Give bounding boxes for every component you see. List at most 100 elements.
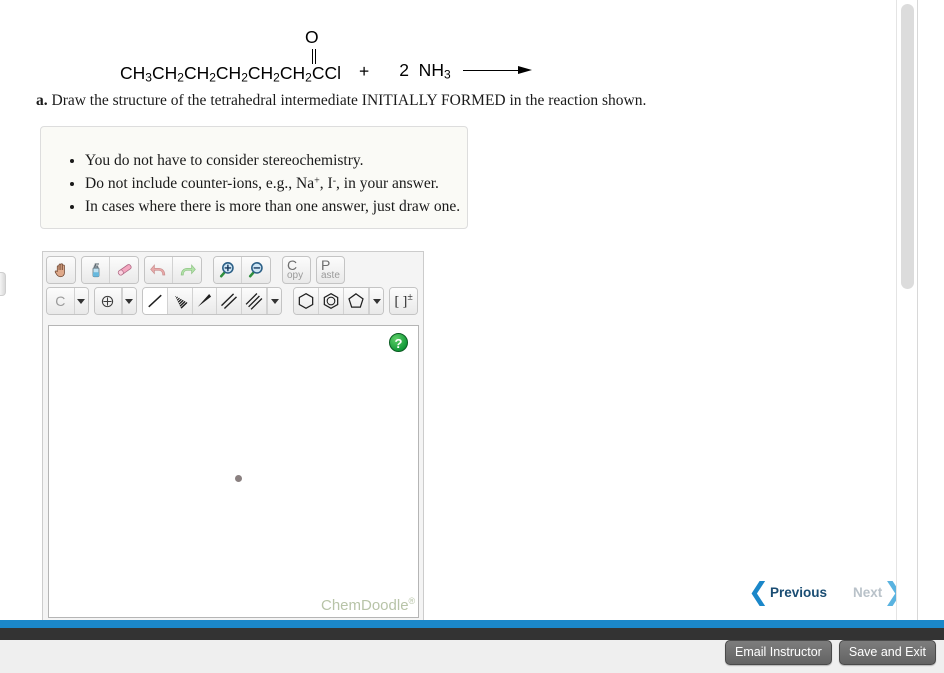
hashed-bond-tool-button[interactable] xyxy=(167,288,193,314)
undo-icon xyxy=(149,260,169,280)
save-and-exit-button[interactable]: Save and Exit xyxy=(838,640,936,665)
ammonia-coefficient: 2 xyxy=(399,60,409,81)
previous-button[interactable]: ❮ Previous xyxy=(748,580,827,605)
help-icon[interactable]: ? xyxy=(389,333,408,352)
left-panel-toggle-handle[interactable] xyxy=(0,272,6,296)
triple-bond-icon xyxy=(244,291,264,311)
clear-tool-button[interactable] xyxy=(82,256,110,283)
instruction-item-1: You do not have to consider stereochemis… xyxy=(85,151,467,172)
email-instructor-button[interactable]: Email Instructor xyxy=(725,640,832,665)
charge-tool-button[interactable] xyxy=(94,288,122,314)
bracket-charge-tool-button[interactable]: [ ]± xyxy=(390,288,418,314)
instructions-box: You do not have to consider stereochemis… xyxy=(40,126,468,229)
copy-button-label: opy xyxy=(287,269,304,281)
triple-bond-tool-button[interactable] xyxy=(242,288,268,314)
element-picker-button[interactable]: C xyxy=(47,288,74,314)
cyclopentane-ring-tool-button[interactable] xyxy=(344,288,370,314)
scrollbar-track-line xyxy=(917,0,918,621)
tool-group-element: C xyxy=(46,287,89,315)
zoom-out-icon xyxy=(247,260,266,279)
footer-bar: Email Instructor Save and Exit xyxy=(0,640,944,673)
formula-seg-6: CH2 xyxy=(279,63,312,85)
bracket-plusminus-sup: ± xyxy=(407,291,413,303)
sketcher-canvas[interactable]: ? ChemDoodle® xyxy=(48,325,419,618)
page-scrollbar-thumb[interactable] xyxy=(901,4,914,289)
formula-seg-3: CH2 xyxy=(183,63,216,85)
redo-tool-button[interactable] xyxy=(173,256,201,283)
chevron-down-icon xyxy=(77,298,86,304)
tool-group-bonds xyxy=(141,287,283,315)
zoom-out-tool-button[interactable] xyxy=(242,256,270,283)
formula-seg-4: CH2 xyxy=(215,63,248,85)
cyclohexane-ring-tool-button[interactable] xyxy=(294,288,320,314)
chevron-left-icon: ❮ xyxy=(748,578,769,606)
undo-tool-button[interactable] xyxy=(145,256,173,283)
chemdoodle-watermark: ChemDoodle® xyxy=(321,596,415,614)
dark-divider-bar xyxy=(0,628,944,640)
chevron-down-icon xyxy=(270,298,279,304)
instructions-list: You do not have to consider stereochemis… xyxy=(41,127,467,217)
tool-group-bracket: [ ]± xyxy=(389,287,419,315)
zoom-in-tool-button[interactable] xyxy=(214,256,242,283)
question-prompt: a. Draw the structure of the tetrahedral… xyxy=(36,92,646,110)
page-scroll-region: O CH3CH2CH2CH2CH2CH2CCl + 2 NH3 a. Draw … xyxy=(0,0,920,621)
instruction-2-after: , in your answer. xyxy=(336,174,439,192)
footer-button-group: Email Instructor Save and Exit xyxy=(725,640,936,665)
pentagon-icon xyxy=(346,291,366,311)
benzene-ring-icon xyxy=(321,291,341,311)
wedge-bond-icon xyxy=(194,291,214,311)
tool-group-zoom xyxy=(213,255,271,284)
reaction-arrow-icon xyxy=(462,66,533,76)
zoom-in-icon xyxy=(218,260,237,279)
double-bond-tool-button[interactable] xyxy=(217,288,243,314)
hashed-wedge-bond-icon xyxy=(170,291,190,311)
tool-group-charge xyxy=(93,287,137,315)
charge-tool-dropdown[interactable] xyxy=(121,288,136,314)
navigation-buttons: ❮ Previous Next ❯ xyxy=(748,580,904,605)
charge-plus-circle-icon xyxy=(99,293,116,310)
copy-tool-button[interactable]: C opy xyxy=(282,255,311,284)
instruction-item-2: Do not include counter-ions, e.g., Na+, … xyxy=(85,174,467,195)
wedge-bond-tool-button[interactable] xyxy=(192,288,218,314)
ammonia-reactant: 2 NH3 xyxy=(399,60,451,82)
paste-button-label: aste xyxy=(321,269,340,281)
instruction-2-before: Do not include counter-ions, e.g., Na xyxy=(85,174,315,192)
bracket-label: [ ] xyxy=(394,294,408,310)
canvas-atom-placeholder[interactable] xyxy=(235,475,242,482)
chevron-down-icon xyxy=(372,298,381,304)
hand-icon xyxy=(52,261,70,279)
sketcher-toolbar-row-2: C []± xyxy=(43,284,423,316)
paste-tool-button[interactable]: P aste xyxy=(316,255,345,284)
plus-sign: + xyxy=(358,61,370,81)
sketcher-toolbar-row-1: C opy P aste xyxy=(43,252,423,284)
previous-button-label: Previous xyxy=(769,585,827,600)
hand-tool-button[interactable] xyxy=(47,256,75,283)
chemdoodle-sketcher[interactable]: C opy P aste C []± ? ChemDoodle® xyxy=(42,251,424,621)
bond-tool-dropdown[interactable] xyxy=(267,288,282,314)
carbonyl-oxygen-label: O xyxy=(305,27,319,48)
eraser-tool-button[interactable] xyxy=(110,256,138,283)
next-button-label: Next xyxy=(852,585,883,600)
instruction-item-3: In cases where there is more than one an… xyxy=(85,197,467,218)
accent-bar xyxy=(0,620,944,628)
tool-group-clear-erase xyxy=(81,255,139,284)
formula-seg-2: CH2 xyxy=(151,63,184,85)
double-bond-icon xyxy=(219,291,239,311)
reaction-scheme: O CH3CH2CH2CH2CH2CH2CCl + 2 NH3 xyxy=(120,14,533,84)
single-bond-icon xyxy=(145,291,165,311)
clear-bottle-icon xyxy=(87,261,105,279)
bracket-charge-label: [ ]± xyxy=(395,292,413,311)
formula-seg-7: CCl xyxy=(311,63,341,84)
element-picker-dropdown[interactable] xyxy=(73,288,88,314)
question-label: a. xyxy=(36,92,48,109)
benzene-ring-tool-button[interactable] xyxy=(319,288,345,314)
ring-tool-dropdown[interactable] xyxy=(369,288,384,314)
redo-icon xyxy=(177,260,197,280)
eraser-icon xyxy=(115,260,134,279)
tool-group-undo-redo xyxy=(144,255,202,284)
formula-seg-1: CH3 xyxy=(120,63,152,85)
tool-group-rings xyxy=(293,287,385,315)
single-bond-tool-button[interactable] xyxy=(142,288,168,314)
question-text: Draw the structure of the tetrahedral in… xyxy=(51,92,647,109)
formula-seg-5: CH2 xyxy=(247,63,280,85)
